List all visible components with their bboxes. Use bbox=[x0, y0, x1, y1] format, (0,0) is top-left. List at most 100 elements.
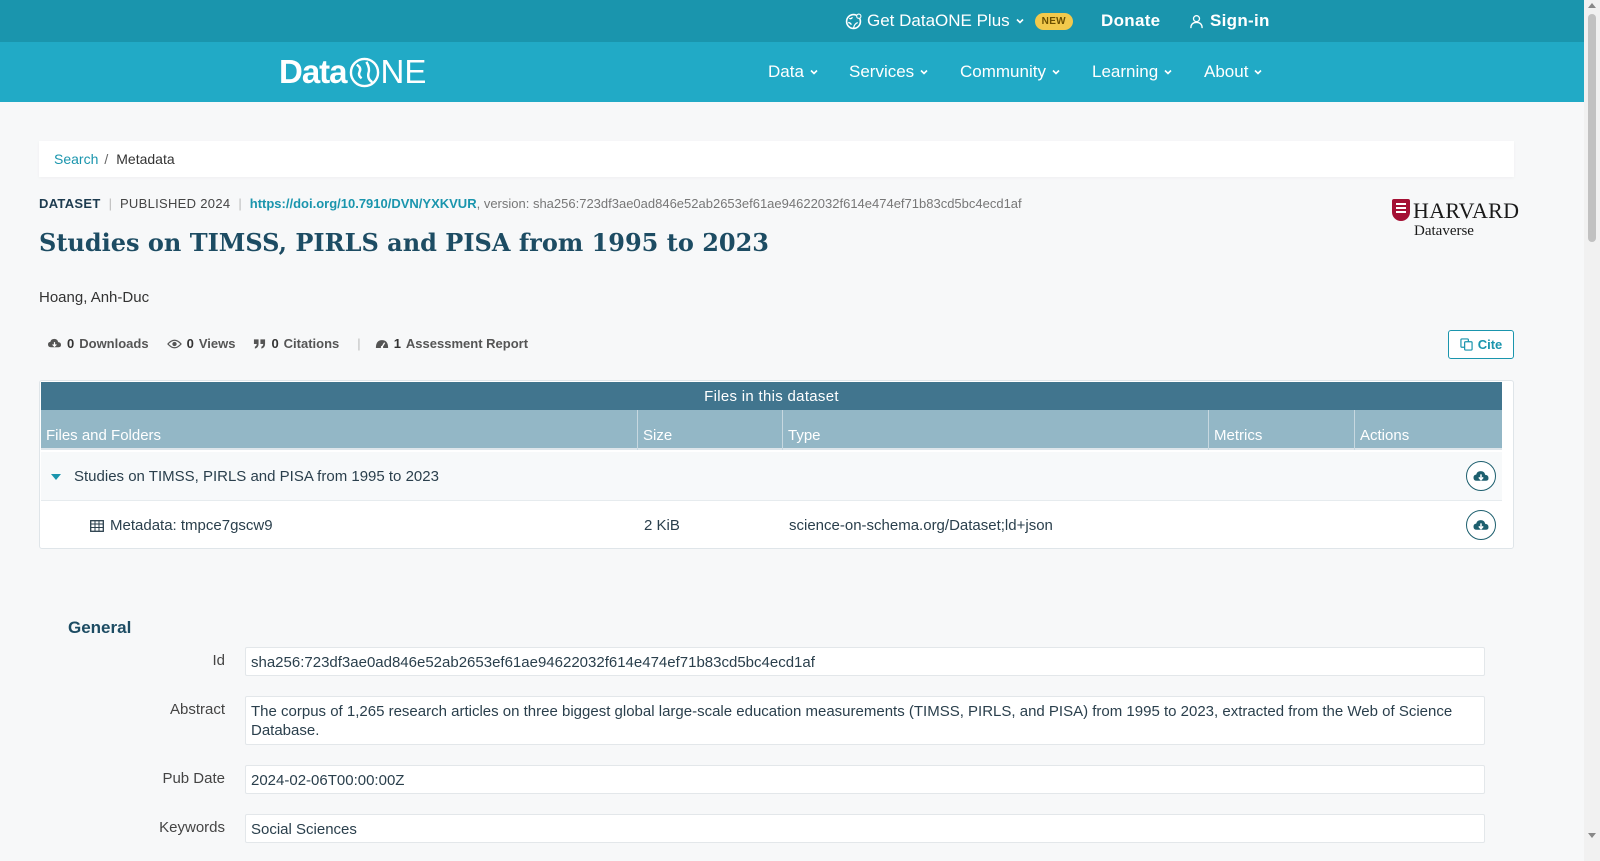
sign-in-label: Sign-in bbox=[1210, 11, 1270, 30]
harvard-shield-icon bbox=[1392, 199, 1410, 221]
copy-icon bbox=[1460, 338, 1473, 351]
logo-text-ne: NE bbox=[380, 53, 427, 90]
dataset-type-label: DATASET bbox=[39, 196, 101, 211]
divider: | bbox=[357, 336, 361, 351]
nav-learning-label: Learning bbox=[1092, 62, 1159, 81]
gauge-icon bbox=[375, 339, 388, 348]
field-label-pub-date: Pub Date bbox=[162, 770, 225, 787]
files-table: Files in this dataset Files and Folders … bbox=[39, 380, 1514, 549]
globe-icon bbox=[845, 13, 862, 30]
cloud-download-icon bbox=[48, 338, 61, 348]
top-bar: Get DataONE Plus NEW Donate Sign-in bbox=[0, 0, 1584, 42]
file-size: 2 KiB bbox=[644, 517, 680, 534]
globe-logo-icon bbox=[349, 57, 379, 87]
folder-row[interactable]: Studies on TIMSS, PIRLS and PISA from 19… bbox=[41, 452, 1502, 501]
field-label-abstract: Abstract bbox=[169, 701, 225, 718]
nav-data-label: Data bbox=[768, 62, 804, 81]
caret-down-icon bbox=[51, 473, 61, 480]
chevron-down-icon bbox=[1052, 69, 1060, 75]
downloads-metric: 0 Downloads bbox=[47, 336, 149, 351]
new-badge: NEW bbox=[1034, 12, 1073, 30]
field-value-id: sha256:723df3ae0ad846e52ab2653ef61ae9462… bbox=[245, 647, 1485, 676]
nav-about-label: About bbox=[1204, 62, 1249, 81]
sign-in-link[interactable]: Sign-in bbox=[1189, 0, 1270, 42]
field-label-keywords: Keywords bbox=[159, 819, 225, 836]
get-dataone-plus-menu[interactable]: Get DataONE Plus NEW bbox=[845, 0, 1073, 42]
field-value-abstract: The corpus of 1,265 research articles on… bbox=[245, 696, 1485, 745]
general-section-title: General bbox=[68, 618, 132, 637]
nav-services[interactable]: Services bbox=[849, 42, 929, 102]
repository-sub: Dataverse bbox=[1414, 223, 1474, 239]
scroll-up-arrow[interactable] bbox=[1588, 3, 1596, 8]
nav-data[interactable]: Data bbox=[768, 42, 819, 102]
views-label: Views bbox=[198, 336, 236, 351]
column-files-and-folders[interactable]: Files and Folders bbox=[41, 410, 638, 450]
donate-link[interactable]: Donate bbox=[1101, 0, 1160, 42]
views-metric: 0 Views bbox=[166, 336, 236, 351]
assessment-count: 1 bbox=[393, 336, 401, 351]
breadcrumb: Search / Metadata bbox=[39, 141, 1514, 177]
column-type[interactable]: Type bbox=[783, 410, 1209, 450]
dataset-meta-line: DATASET | PUBLISHED 2024 | https://doi.o… bbox=[39, 196, 1022, 211]
nav-learning[interactable]: Learning bbox=[1092, 42, 1173, 102]
dataone-logo[interactable]: Data NE bbox=[279, 53, 426, 91]
nav-community-label: Community bbox=[960, 62, 1046, 81]
chevron-down-icon bbox=[1164, 69, 1172, 75]
repository-logo[interactable]: HARVARD Dataverse bbox=[1392, 198, 1519, 242]
assessment-label: Assessment Report bbox=[405, 336, 529, 351]
field-label-id: Id bbox=[212, 652, 225, 669]
nav-about[interactable]: About bbox=[1204, 42, 1263, 102]
scroll-down-arrow[interactable] bbox=[1588, 833, 1596, 838]
file-type: science-on-schema.org/Dataset;ld+json bbox=[789, 517, 1053, 534]
column-size[interactable]: Size bbox=[638, 410, 783, 450]
eye-icon bbox=[166, 339, 182, 348]
scroll-thumb[interactable] bbox=[1588, 14, 1596, 242]
get-dataone-plus-label: Get DataONE Plus bbox=[867, 11, 1010, 30]
download-folder-button[interactable] bbox=[1466, 461, 1496, 491]
dataset-author: Hoang, Anh-Duc bbox=[39, 289, 150, 306]
download-file-button[interactable] bbox=[1466, 510, 1496, 540]
chevron-down-icon bbox=[1015, 16, 1025, 26]
downloads-count: 0 bbox=[67, 336, 75, 351]
chevron-down-icon bbox=[810, 69, 818, 75]
published-year: PUBLISHED 2024 bbox=[119, 196, 231, 211]
file-name: Metadata: tmpce7gscw9 bbox=[110, 517, 273, 534]
breadcrumb-separator: / bbox=[104, 151, 109, 167]
citations-count: 0 bbox=[271, 336, 279, 351]
assessment-report-metric[interactable]: 1 Assessment Report bbox=[375, 336, 528, 351]
nav-services-label: Services bbox=[849, 62, 915, 81]
cite-button[interactable]: Cite bbox=[1448, 330, 1514, 359]
page-scrollbar[interactable] bbox=[1584, 0, 1600, 861]
quote-icon bbox=[254, 338, 266, 349]
logo-text-data: Data bbox=[279, 53, 348, 90]
downloads-label: Downloads bbox=[79, 336, 149, 351]
doi-link[interactable]: https://doi.org/10.7910/DVN/YXKVUR bbox=[250, 196, 477, 211]
expand-toggle[interactable] bbox=[51, 452, 61, 501]
nav-community[interactable]: Community bbox=[960, 42, 1061, 102]
column-metrics[interactable]: Metrics bbox=[1209, 410, 1355, 450]
column-actions[interactable]: Actions bbox=[1355, 410, 1502, 450]
dataset-title: Studies on TIMSS, PIRLS and PISA from 19… bbox=[39, 228, 769, 257]
field-value-pub-date: 2024-02-06T00:00:00Z bbox=[245, 765, 1485, 794]
version-text: , version: sha256:723df3ae0ad846e52ab265… bbox=[476, 196, 1022, 211]
citations-metric: 0 Citations bbox=[253, 336, 339, 351]
folder-name[interactable]: Studies on TIMSS, PIRLS and PISA from 19… bbox=[74, 452, 439, 501]
breadcrumb-search-link[interactable]: Search bbox=[54, 151, 98, 167]
chevron-down-icon bbox=[1254, 69, 1263, 75]
cloud-download-icon bbox=[1473, 519, 1489, 530]
table-icon bbox=[90, 519, 104, 532]
files-table-header: Files and Folders Size Type Metrics Acti… bbox=[41, 410, 1502, 450]
files-table-title: Files in this dataset bbox=[41, 382, 1502, 410]
divider: | bbox=[238, 196, 242, 211]
views-count: 0 bbox=[186, 336, 194, 351]
field-value-keywords: Social Sciences bbox=[245, 814, 1485, 843]
logo-text-one: NE bbox=[347, 53, 427, 91]
dataset-metrics: 0 Downloads 0 Views 0 Citations | 1 Asse… bbox=[47, 336, 546, 351]
cloud-download-icon bbox=[1473, 470, 1489, 481]
repository-name: HARVARD bbox=[1413, 198, 1520, 223]
file-name-cell[interactable]: Metadata: tmpce7gscw9 bbox=[90, 501, 273, 550]
user-icon bbox=[1189, 14, 1204, 29]
chevron-down-icon bbox=[920, 69, 928, 75]
citations-label: Citations bbox=[283, 336, 340, 351]
file-row[interactable]: Metadata: tmpce7gscw9 2 KiB science-on-s… bbox=[41, 501, 1502, 550]
